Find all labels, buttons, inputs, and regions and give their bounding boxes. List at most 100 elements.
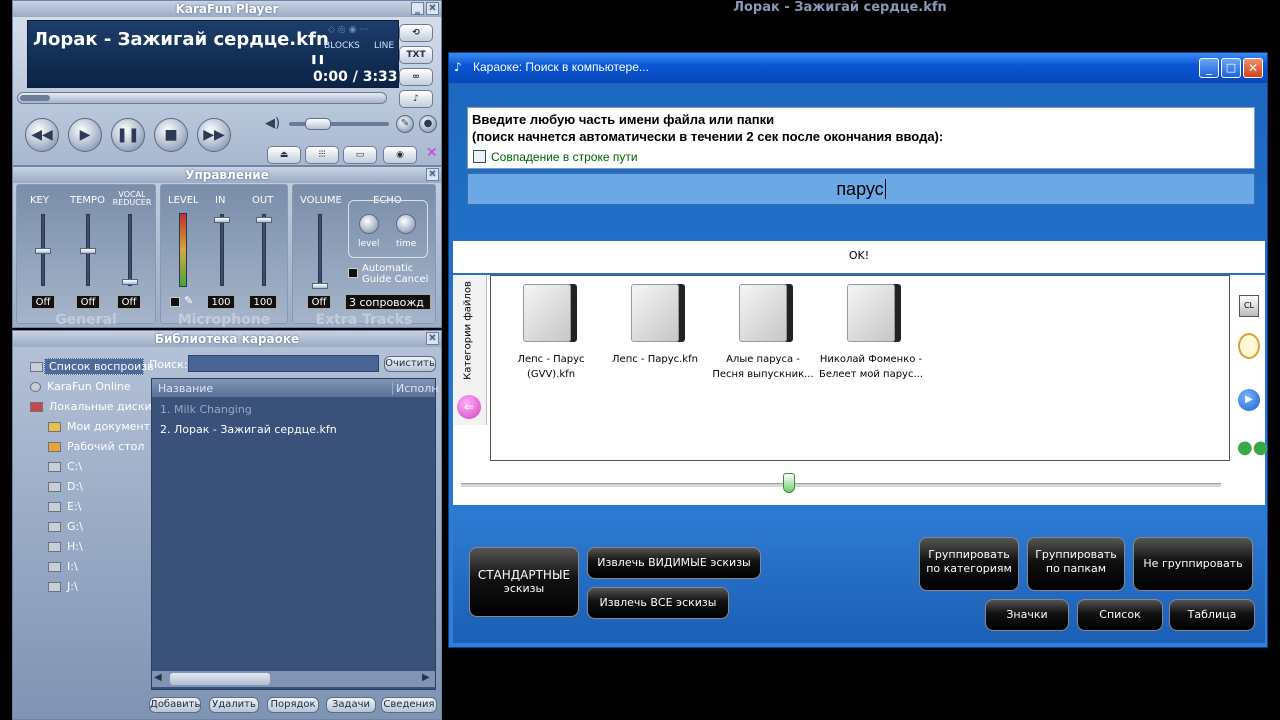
globe-button[interactable]: ◉ bbox=[383, 146, 417, 164]
group-by-folders-button[interactable]: Группировать по папкам bbox=[1027, 537, 1125, 591]
seek-bar[interactable] bbox=[17, 92, 387, 104]
drive-icon bbox=[48, 582, 61, 592]
add-button[interactable]: Добавить bbox=[149, 697, 201, 713]
column-name-header[interactable]: Название bbox=[158, 382, 213, 395]
list-view-button[interactable]: Список bbox=[1077, 599, 1163, 631]
echo-level-knob[interactable] bbox=[359, 214, 379, 234]
scroll-thumb[interactable] bbox=[170, 673, 270, 685]
tree-item-playlist[interactable]: Список воспроизв bbox=[30, 360, 154, 373]
level-label: LEVEL bbox=[168, 195, 199, 206]
result-item[interactable]: Лепс - Парус (GVV).kfn bbox=[501, 282, 591, 386]
blocks-mode[interactable]: BLOCKS bbox=[324, 41, 360, 51]
pause-button[interactable]: ❚❚ bbox=[111, 118, 145, 152]
library-search-input[interactable] bbox=[188, 355, 379, 372]
result-line-1: Лепс - Парус bbox=[517, 354, 585, 365]
fast-forward-button[interactable]: ▶▶ bbox=[197, 118, 231, 152]
tree-item-my-documents[interactable]: Мои документ bbox=[48, 420, 150, 433]
minimize-button[interactable]: _ bbox=[1199, 58, 1219, 78]
table-view-button[interactable]: Таблица bbox=[1169, 599, 1255, 631]
equalizer-button[interactable]: ⫶⫶⫶ bbox=[305, 146, 339, 164]
horizontal-scrollbar[interactable]: ◀ ▶ bbox=[152, 671, 435, 687]
tree-item-drive[interactable]: G:\ bbox=[48, 520, 83, 533]
maximize-button[interactable]: □ bbox=[1221, 58, 1241, 78]
tree-item-drive[interactable]: E:\ bbox=[48, 500, 81, 513]
zoom-search-icon[interactable] bbox=[1238, 333, 1260, 359]
extract-visible-button[interactable]: Извлечь ВИДИМЫЕ эскизы bbox=[587, 547, 761, 579]
drive-icon bbox=[48, 462, 61, 472]
time-current: 0:00 bbox=[313, 69, 348, 85]
result-item[interactable]: Николай Фоменко - Белеет мой парус... bbox=[815, 282, 927, 386]
loop-button[interactable]: ⟲ bbox=[399, 24, 433, 42]
standard-thumbnails-button[interactable]: СТАНДАРТНЫЕ эскизы bbox=[469, 547, 579, 617]
volume-slider[interactable] bbox=[289, 118, 389, 130]
note-button[interactable]: ♪ bbox=[399, 90, 433, 108]
close-icon[interactable]: ✕ bbox=[426, 168, 439, 181]
playlist-icon bbox=[30, 362, 43, 372]
clear-list-icon[interactable]: CL bbox=[1239, 295, 1259, 317]
path-match-checkbox[interactable] bbox=[473, 150, 486, 163]
drive-icon bbox=[48, 522, 61, 532]
result-line-1: Николай Фоменко - bbox=[819, 354, 923, 365]
accompaniment-select[interactable]: 3 сопровожд bbox=[345, 294, 431, 310]
search-input[interactable]: парус bbox=[467, 173, 1255, 205]
key-slider[interactable] bbox=[35, 214, 51, 286]
vocal-knob bbox=[122, 279, 138, 285]
tree-item-local-disks[interactable]: Локальные диски bbox=[30, 400, 152, 413]
mic-button[interactable]: ✎ bbox=[396, 115, 414, 133]
extra-volume-slider[interactable] bbox=[312, 214, 328, 289]
window-button[interactable]: ▭ bbox=[343, 146, 377, 164]
eject-button[interactable]: ⏏ bbox=[267, 146, 301, 164]
table-row[interactable]: 1. Milk Changing bbox=[160, 403, 252, 416]
scroll-right-icon[interactable]: ▶ bbox=[422, 672, 430, 683]
table-row[interactable]: 2. Лорак - Зажигай сердце.kfn bbox=[160, 423, 337, 436]
mic-mute-checkbox[interactable] bbox=[170, 297, 180, 307]
close-button[interactable]: ✕ bbox=[1243, 58, 1263, 78]
tree-item-drive[interactable]: C:\ bbox=[48, 460, 82, 473]
zoom-slider[interactable] bbox=[461, 473, 1221, 493]
icons-view-button[interactable]: Значки bbox=[985, 599, 1069, 631]
tree-item-desktop[interactable]: Рабочий стол bbox=[48, 440, 144, 453]
time-display: 0:00 / 3:33 bbox=[313, 69, 398, 85]
computer-icon bbox=[30, 402, 43, 412]
column-artist-header[interactable]: Исполн bbox=[392, 382, 438, 395]
record-button[interactable]: ● bbox=[419, 115, 437, 133]
tasks-button[interactable]: Задачи bbox=[326, 697, 376, 713]
txt-button[interactable]: TXT bbox=[399, 46, 433, 64]
effects-button[interactable]: ∞ bbox=[399, 68, 433, 86]
play-icon[interactable]: ▶ bbox=[1238, 389, 1260, 411]
extract-all-button[interactable]: Извлечь ВСЕ эскизы bbox=[587, 587, 729, 619]
echo-time-knob[interactable] bbox=[396, 214, 416, 234]
mic-out-slider[interactable] bbox=[256, 214, 272, 286]
tree-item-drive[interactable]: D:\ bbox=[48, 480, 83, 493]
close-icon[interactable]: ✕ bbox=[426, 332, 439, 345]
result-item[interactable]: Лепс - Парус.kfn bbox=[605, 282, 705, 386]
minimize-button[interactable]: _ bbox=[411, 2, 424, 15]
users-icon[interactable]: ●● bbox=[1237, 435, 1268, 461]
tree-item-drive[interactable]: J:\ bbox=[48, 580, 78, 593]
tempo-slider[interactable] bbox=[80, 214, 96, 286]
tree-item-drive[interactable]: H:\ bbox=[48, 540, 83, 553]
stop-button[interactable]: ■ bbox=[154, 118, 188, 152]
zoom-thumb[interactable] bbox=[783, 473, 795, 493]
clear-button[interactable]: Очистить bbox=[384, 356, 436, 372]
result-item[interactable]: Алые паруса - Песня выпускник... bbox=[709, 282, 817, 386]
close-player-icon[interactable]: ✕ bbox=[426, 145, 438, 161]
tree-item-karafun-online[interactable]: KaraFun Online bbox=[30, 380, 131, 393]
scroll-left-icon[interactable]: ◀ bbox=[154, 672, 162, 683]
mic-in-slider[interactable] bbox=[214, 214, 230, 286]
tree-item-drive[interactable]: I:\ bbox=[48, 560, 78, 573]
rewind-button[interactable]: ◀◀ bbox=[25, 118, 59, 152]
group-by-categories-button[interactable]: Группировать по категориям bbox=[919, 537, 1019, 591]
key-label: KEY bbox=[30, 195, 49, 206]
drive-icon bbox=[48, 542, 61, 552]
line-mode[interactable]: LINE bbox=[374, 41, 394, 51]
no-grouping-button[interactable]: Не группировать bbox=[1133, 537, 1253, 591]
order-button[interactable]: Порядок bbox=[267, 697, 319, 713]
close-icon[interactable]: ✕ bbox=[426, 2, 439, 15]
vocal-slider[interactable] bbox=[122, 214, 138, 286]
back-arrow-icon[interactable]: ⇐ bbox=[457, 395, 481, 419]
guide-cancel-checkbox[interactable] bbox=[348, 268, 358, 278]
remove-button[interactable]: Удалить bbox=[209, 697, 259, 713]
details-button[interactable]: Сведения bbox=[381, 697, 437, 713]
play-button[interactable]: ▶ bbox=[68, 118, 102, 152]
